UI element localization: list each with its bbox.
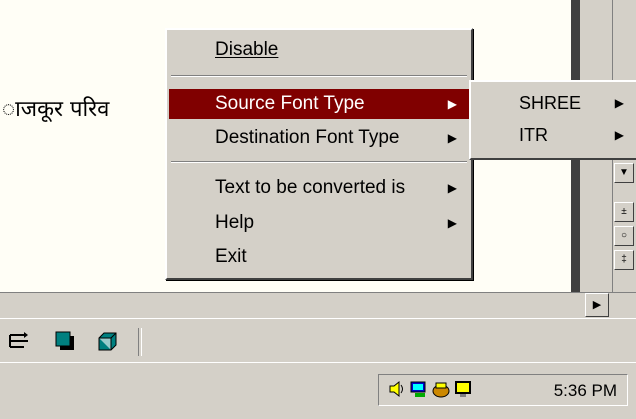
submenu-item-label: SHREE bbox=[519, 93, 582, 113]
shadow-icon[interactable] bbox=[54, 330, 76, 352]
menu-item-text-to-be-converted[interactable]: Text to be converted is ▶ bbox=[169, 173, 469, 203]
speaker-icon[interactable] bbox=[387, 379, 407, 399]
menu-item-label: Exit bbox=[215, 246, 247, 267]
down-arrow-icon: ▼ bbox=[619, 167, 629, 178]
clock[interactable]: 5:36 PM bbox=[554, 381, 617, 401]
document-text: ाजकूर परिव bbox=[2, 97, 110, 122]
menu-item-destination-font-type[interactable]: Destination Font Type ▶ bbox=[169, 123, 469, 153]
right-arrow-icon: ▶ bbox=[592, 299, 602, 311]
plus-icon: ± bbox=[621, 206, 627, 217]
circle-icon: ○ bbox=[620, 230, 628, 241]
submenu-arrow-icon: ▶ bbox=[447, 216, 457, 230]
submenu-arrow-icon: ▶ bbox=[447, 97, 457, 111]
menu-separator bbox=[171, 161, 467, 163]
source-font-submenu: SHREE ▶ ITR ▶ bbox=[469, 80, 636, 160]
menu-item-help[interactable]: Help ▶ bbox=[169, 208, 469, 238]
monitor-icon[interactable] bbox=[453, 379, 473, 399]
menu-item-disable[interactable]: Disable bbox=[169, 35, 469, 65]
double-down-icon: ‡ bbox=[621, 254, 627, 265]
submenu-item-label: ITR bbox=[519, 125, 548, 145]
submenu-arrow-icon: ▶ bbox=[614, 128, 624, 142]
3d-box-icon[interactable] bbox=[96, 330, 118, 352]
menu-separator bbox=[171, 75, 467, 77]
menu-item-label: Source Font Type bbox=[215, 93, 365, 114]
scroll-right-button[interactable]: ▶ bbox=[585, 293, 609, 317]
scroll-down-button[interactable]: ▼ bbox=[614, 163, 634, 183]
menu-item-source-font-type[interactable]: Source Font Type ▶ bbox=[169, 89, 469, 119]
select-browse-button[interactable]: ○ bbox=[614, 226, 634, 246]
menu-item-label: Destination Font Type bbox=[215, 127, 400, 148]
submenu-item-itr[interactable]: ITR ▶ bbox=[473, 120, 634, 150]
network-icon[interactable] bbox=[409, 379, 429, 399]
menu-item-exit[interactable]: Exit bbox=[169, 242, 469, 272]
menu-item-label: Help bbox=[215, 212, 255, 233]
outline-icon[interactable] bbox=[8, 330, 30, 352]
phone-icon[interactable] bbox=[431, 379, 451, 399]
system-tray: 5:36 PM bbox=[378, 374, 628, 406]
context-menu: Disable Source Font Type ▶ Destination F… bbox=[165, 28, 473, 280]
submenu-item-shree[interactable]: SHREE ▶ bbox=[473, 88, 634, 118]
prev-page-button[interactable]: ± bbox=[614, 202, 634, 222]
next-page-button[interactable]: ‡ bbox=[614, 250, 634, 270]
toolbar-separator bbox=[138, 328, 142, 356]
horizontal-scrollbar[interactable] bbox=[0, 292, 636, 319]
submenu-arrow-icon: ▶ bbox=[614, 96, 624, 110]
submenu-arrow-icon: ▶ bbox=[447, 181, 457, 195]
menu-item-label: Text to be converted is bbox=[215, 177, 406, 198]
menu-item-label: Disable bbox=[215, 39, 279, 60]
submenu-arrow-icon: ▶ bbox=[447, 131, 457, 145]
